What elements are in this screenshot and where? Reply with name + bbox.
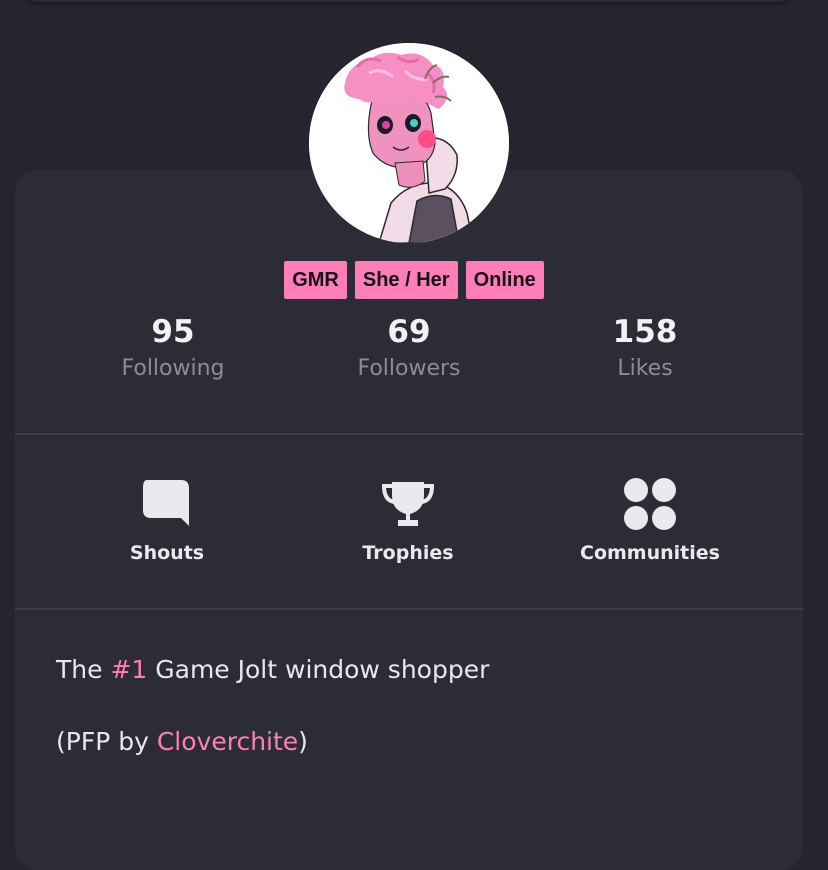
profile-nav: Shouts Trophies Communities [0,466,828,576]
previous-card-edge [22,0,794,2]
nav-communities[interactable]: Communities [540,466,760,576]
tag-online: Online [465,261,544,299]
stat-followers-label: Followers [357,356,461,381]
four-circles-icon [624,478,676,530]
bio-line-1: The #1 Game Jolt window shopper [56,650,776,690]
trophy-icon [381,482,435,526]
nav-communities-label: Communities [580,542,720,564]
bio-line-2-suffix: ) [298,727,308,756]
stat-likes-label: Likes [617,356,673,381]
stat-likes-value: 158 [612,314,678,350]
bio-line-1-suffix: Game Jolt window shopper [147,655,490,684]
tag-gmr: GMR [284,261,347,299]
stat-following[interactable]: 95 Following [73,310,273,384]
divider-top [15,433,803,435]
bio-line-2: (PFP by Cloverchite) [56,722,776,762]
speech-bubble-icon [143,480,189,526]
nav-shouts-label: Shouts [129,542,205,564]
stat-following-value: 95 [151,314,195,350]
divider-bottom [15,608,803,610]
profile-bio: The #1 Game Jolt window shopper (PFP by … [56,650,776,762]
stat-followers-value: 69 [387,314,431,350]
nav-trophies[interactable]: Trophies [298,466,518,576]
bio-hashtag-link[interactable]: #1 [110,655,147,684]
nav-shouts[interactable]: Shouts [57,466,277,576]
stat-followers[interactable]: 69 Followers [309,310,509,384]
bio-user-mention-link[interactable]: Cloverchite [157,727,298,756]
profile-avatar-image [309,43,509,243]
profile-stats: 95 Following 69 Followers 158 Likes [0,310,828,400]
bio-line-1-prefix: The [56,655,111,684]
stat-likes[interactable]: 158 Likes [545,310,745,384]
profile-avatar[interactable] [309,43,509,243]
nav-trophies-label: Trophies [362,542,454,564]
profile-tags: GMR She / Her Online [0,261,828,299]
bio-line-2-prefix: (PFP by [56,727,157,756]
stat-following-label: Following [121,356,225,381]
tag-pronouns: She / Her [354,261,458,299]
